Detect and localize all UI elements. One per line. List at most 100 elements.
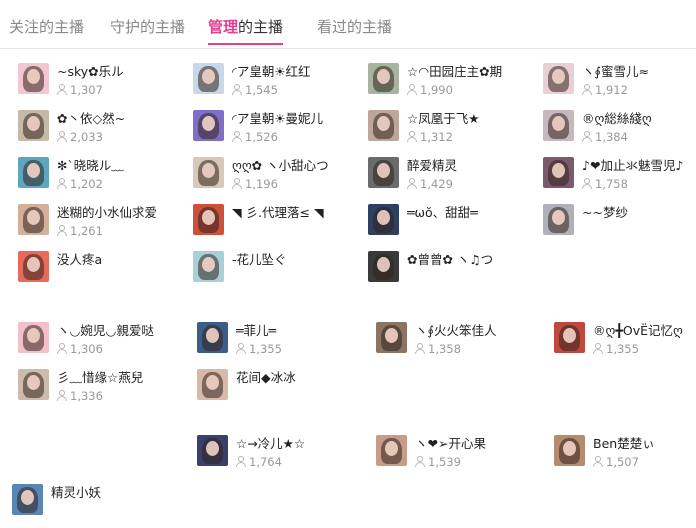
avatar[interactable] (193, 63, 224, 94)
anchor-item[interactable]: ◜ア皇朝☀红红 1,545 (193, 63, 363, 107)
anchor-item[interactable]: ®ღ╋OvЁ记忆ღ 1,355 (554, 322, 696, 366)
avatar[interactable] (18, 110, 49, 141)
anchor-name[interactable]: 醉爱精灵 (407, 158, 457, 174)
anchor-item[interactable]: 彡﹏惜缘☆燕兒 1,336 (18, 369, 188, 413)
anchor-name[interactable]: 精灵小妖 (51, 485, 101, 501)
anchor-item[interactable]: 没人疼a (18, 251, 188, 295)
avatar[interactable] (18, 204, 49, 235)
avatar[interactable] (554, 322, 585, 353)
anchor-item[interactable]: ✿曾曾✿ ヽ♫つ (368, 251, 538, 295)
anchor-name[interactable]: ◜ア皇朝☀红红 (232, 64, 311, 80)
anchor-name[interactable]: 没人疼a (57, 252, 102, 268)
anchor-item[interactable]: ☆→冷儿★☆ 1,764 (197, 435, 367, 479)
avatar[interactable] (193, 157, 224, 188)
anchor-item[interactable]: 醉爱精灵 1,429 (368, 157, 538, 201)
anchor-name[interactable]: ヽ❤➢开心果 (415, 436, 486, 452)
anchor-item[interactable]: ✻`晓晓ル﹏ 1,202 (18, 157, 188, 201)
avatar[interactable] (368, 63, 399, 94)
avatar[interactable] (18, 157, 49, 188)
anchor-name[interactable]: ✿曾曾✿ ヽ♫つ (407, 252, 493, 268)
avatar[interactable] (197, 322, 228, 353)
anchor-item[interactable]: ═ωŏ、甜甜═ (368, 204, 538, 248)
anchor-name[interactable]: ☆凤凰于飞★ (407, 111, 479, 127)
avatar[interactable] (368, 251, 399, 282)
avatar[interactable] (376, 322, 407, 353)
avatar[interactable] (368, 204, 399, 235)
anchor-name[interactable]: ~sky✿乐ル (57, 64, 124, 80)
anchor-item[interactable]: 花间◆冰冰 (197, 369, 367, 413)
anchor-name[interactable]: ヽ◡婉児◡親爱哒 (57, 323, 154, 339)
anchor-name[interactable]: ◥ 彡.代理落≤ ◥ (232, 205, 324, 221)
avatar-face (377, 257, 390, 272)
anchor-name[interactable]: ═菲儿═ (236, 323, 276, 339)
anchor-item[interactable]: ღღ✿ ヽ小甜心つ 1,196 (193, 157, 363, 201)
anchor-item[interactable]: 迷糊的小水仙求爱 1,261 (18, 204, 188, 248)
avatar[interactable] (193, 204, 224, 235)
anchor-item[interactable]: ヽ∮蜜雪儿≈ 1,912 (543, 63, 696, 107)
anchor-item[interactable]: Ben楚楚ぃ 1,507 (554, 435, 696, 479)
avatar-face (27, 210, 40, 225)
anchor-item[interactable]: ♪❤加止氺魅雪児♪ 1,758 (543, 157, 696, 201)
avatar[interactable] (18, 251, 49, 282)
tab-guarded[interactable]: 守护的主播 (110, 17, 185, 43)
avatar-face (206, 328, 219, 343)
anchor-item[interactable]: ◥ 彡.代理落≤ ◥ (193, 204, 363, 248)
anchor-item[interactable]: -花儿坠ぐ (193, 251, 363, 295)
tab-followed[interactable]: 关注的主播 (9, 17, 84, 43)
anchor-name[interactable]: ☆→冷儿★☆ (236, 436, 305, 452)
anchor-name[interactable]: ✿丶依◇然~ (57, 111, 125, 127)
anchor-name[interactable]: ヽ∮火火笨佳人 (415, 323, 497, 339)
avatar[interactable] (12, 484, 43, 515)
anchor-item[interactable]: ═菲儿═ 1,355 (197, 322, 367, 366)
follower-count: 2,033 (57, 130, 103, 144)
anchor-name[interactable]: 花间◆冰冰 (236, 370, 296, 386)
anchor-item[interactable]: ~sky✿乐ル 1,307 (18, 63, 188, 107)
anchor-name[interactable]: -花儿坠ぐ (232, 252, 287, 268)
anchor-item[interactable]: ✿丶依◇然~ 2,033 (18, 110, 188, 154)
anchor-name[interactable]: ◜ア皇朝☀曼妮儿 (232, 111, 323, 127)
tab-watched[interactable]: 看过的主播 (317, 17, 392, 43)
anchor-name[interactable]: ✻`晓晓ル﹏ (57, 158, 124, 174)
person-icon (407, 131, 417, 142)
follower-count: 1,306 (57, 342, 103, 356)
avatar[interactable] (193, 251, 224, 282)
avatar[interactable] (554, 435, 585, 466)
avatar[interactable] (197, 369, 228, 400)
anchor-item[interactable]: ヽ❤➢开心果 1,539 (376, 435, 546, 479)
anchor-item[interactable]: ☆凤凰于飞★ 1,312 (368, 110, 538, 154)
avatar[interactable] (376, 435, 407, 466)
anchor-name[interactable]: 彡﹏惜缘☆燕兒 (57, 370, 143, 386)
anchor-name[interactable]: ®ღ総絲綫ღ (582, 111, 652, 127)
follower-count: 1,355 (593, 342, 639, 356)
anchor-name[interactable]: ®ღ╋OvЁ记忆ღ (593, 323, 683, 339)
avatar[interactable] (18, 63, 49, 94)
anchor-name[interactable]: 迷糊的小水仙求爱 (57, 205, 157, 221)
anchor-item[interactable]: ☆◠田园庄主✿期 1,990 (368, 63, 538, 107)
anchor-item[interactable]: ヽ∮火火笨佳人 1,358 (376, 322, 546, 366)
avatar[interactable] (368, 157, 399, 188)
anchor-name[interactable]: ღღ✿ ヽ小甜心つ (232, 158, 329, 174)
avatar[interactable] (197, 435, 228, 466)
anchor-name[interactable]: ヽ∮蜜雪儿≈ (582, 64, 649, 80)
anchor-name[interactable]: Ben楚楚ぃ (593, 436, 655, 452)
avatar[interactable] (193, 110, 224, 141)
anchor-item[interactable]: ~~梦纱 (543, 204, 696, 248)
avatar[interactable] (18, 369, 49, 400)
avatar[interactable] (543, 110, 574, 141)
anchor-name[interactable]: ~~梦纱 (582, 205, 628, 221)
tab-managed[interactable]: 管理的主播 (208, 17, 284, 45)
anchor-name[interactable]: ═ωŏ、甜甜═ (407, 205, 478, 221)
anchor-item[interactable]: ヽ◡婉児◡親爱哒 1,306 (18, 322, 188, 366)
anchor-item[interactable]: ®ღ総絲綫ღ 1,384 (543, 110, 696, 154)
anchor-item[interactable]: 精灵小妖 (12, 484, 182, 528)
avatar[interactable] (543, 157, 574, 188)
avatar[interactable] (368, 110, 399, 141)
anchor-item[interactable]: ◜ア皇朝☀曼妮儿 1,526 (193, 110, 363, 154)
follower-count: 1,384 (582, 130, 628, 144)
anchor-name[interactable]: ☆◠田园庄主✿期 (407, 64, 502, 80)
avatar[interactable] (543, 63, 574, 94)
follower-count: 1,539 (415, 455, 461, 469)
anchor-name[interactable]: ♪❤加止氺魅雪児♪ (582, 158, 683, 174)
avatar[interactable] (543, 204, 574, 235)
avatar[interactable] (18, 322, 49, 353)
